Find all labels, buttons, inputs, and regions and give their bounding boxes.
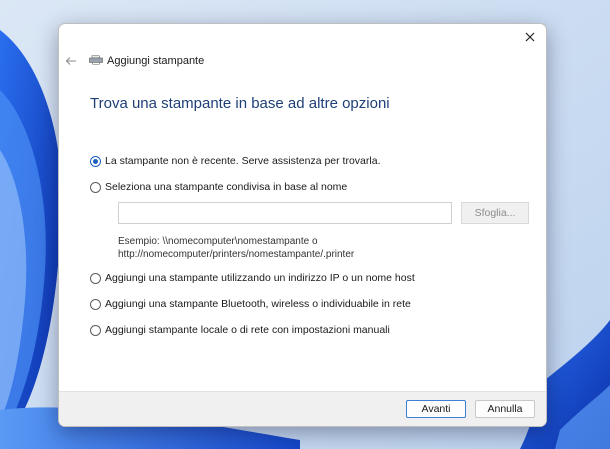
option-local-manual[interactable]: Aggiungi stampante locale o di rete con … [90, 324, 390, 336]
dialog-title: Aggiungi stampante [107, 55, 205, 67]
radio-button[interactable] [90, 272, 101, 284]
radio-button[interactable] [90, 155, 101, 167]
example-line-1: Esempio: \\nomecomputer\nomestampante o [118, 236, 318, 247]
next-button[interactable]: Avanti [406, 400, 466, 418]
back-button[interactable] [63, 53, 79, 69]
radio-button[interactable] [90, 298, 101, 310]
example-text: Esempio: \\nomecomputer\nomestampante o … [118, 235, 354, 261]
option-label: Aggiungi una stampante utilizzando un in… [105, 272, 415, 284]
page-heading: Trova una stampante in base ad altre opz… [90, 95, 390, 112]
dialog-footer: Avanti Annulla [59, 391, 546, 426]
add-printer-dialog: Aggiungi stampante Trova una stampante i… [58, 23, 547, 427]
printer-icon [89, 55, 103, 65]
cancel-button[interactable]: Annulla [475, 400, 535, 418]
radio-button[interactable] [90, 181, 101, 193]
example-line-2: http://nomecomputer/printers/nomestampan… [118, 249, 355, 260]
radio-button[interactable] [90, 324, 101, 336]
option-label: Aggiungi una stampante Bluetooth, wirele… [105, 298, 411, 310]
option-label: La stampante non è recente. Serve assist… [105, 155, 381, 167]
option-bluetooth-wireless[interactable]: Aggiungi una stampante Bluetooth, wirele… [90, 298, 411, 310]
back-arrow-icon [65, 57, 76, 65]
option-label: Seleziona una stampante condivisa in bas… [105, 181, 348, 193]
option-label: Aggiungi stampante locale o di rete con … [105, 324, 390, 336]
close-icon [525, 32, 535, 42]
close-button[interactable] [518, 26, 542, 48]
option-ip-or-hostname[interactable]: Aggiungi una stampante utilizzando un in… [90, 272, 415, 284]
option-printer-not-recent[interactable]: La stampante non è recente. Serve assist… [90, 155, 381, 167]
shared-printer-name-input[interactable] [118, 202, 452, 224]
option-shared-by-name[interactable]: Seleziona una stampante condivisa in bas… [90, 181, 347, 193]
browse-button[interactable]: Sfoglia... [461, 202, 529, 224]
